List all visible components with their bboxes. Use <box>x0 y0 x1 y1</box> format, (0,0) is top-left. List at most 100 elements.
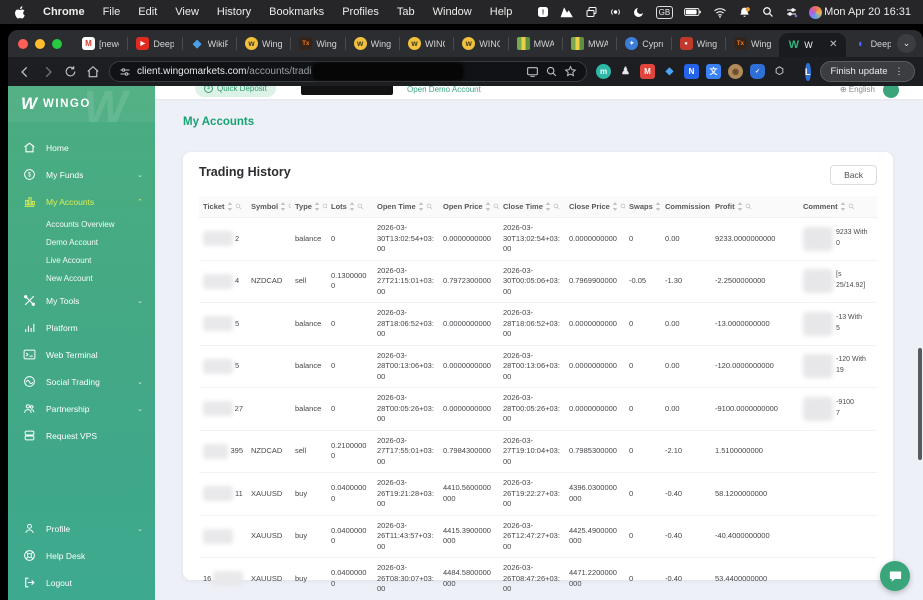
menu-tab[interactable]: Tab <box>388 6 424 18</box>
sort-and-filter-icons[interactable] <box>485 202 499 211</box>
ext-mint-icon[interactable]: m <box>596 64 611 79</box>
bookmark-star-icon[interactable] <box>564 65 577 78</box>
ext-brown-icon[interactable]: ◉ <box>728 64 743 79</box>
wifi-icon[interactable] <box>713 5 727 19</box>
tab-cyprus-10[interactable]: ✦Cypru <box>617 30 670 57</box>
tab-mwal-9[interactable]: .MWAL <box>563 30 616 57</box>
sidebar-item-social-trading[interactable]: Social Trading⌄ <box>8 368 155 395</box>
column-header-close-time[interactable]: Close Time <box>499 196 565 218</box>
sidebar-item-home[interactable]: Home <box>8 134 155 161</box>
menu-bookmarks[interactable]: Bookmarks <box>260 6 333 18</box>
sidebar-item-platform[interactable]: Platform <box>8 314 155 341</box>
column-header-comment[interactable]: Comment <box>799 196 877 218</box>
open-live-account-redacted[interactable] <box>301 86 393 95</box>
sort-and-filter-icons[interactable] <box>418 202 433 211</box>
back-button[interactable]: Back <box>830 165 877 185</box>
minimize-window-button[interactable] <box>35 39 45 49</box>
keyboard-gb-icon[interactable]: GB <box>656 5 674 19</box>
control-center-icon[interactable] <box>785 5 798 19</box>
notification-badge-icon[interactable]: ! <box>537 5 549 19</box>
launcher-icon[interactable] <box>809 5 822 19</box>
sidebar-item-my-accounts[interactable]: My Accounts⌃ <box>8 188 155 215</box>
quick-deposit-button[interactable]: $Quick Deposit <box>195 86 276 97</box>
bell-icon[interactable] <box>738 5 751 19</box>
column-header-symbol[interactable]: Symbol <box>247 196 291 218</box>
sort-and-filter-icons[interactable] <box>840 202 855 211</box>
ext-red-m-icon[interactable]: M <box>640 64 655 79</box>
sidebar-subitem-live-account[interactable]: Live Account <box>8 251 155 269</box>
column-header-swaps[interactable]: Swaps <box>625 196 661 218</box>
broadcast-icon[interactable] <box>609 5 622 19</box>
tab-youtube-1[interactable]: ▶Deep <box>128 30 181 57</box>
tab-wingo-yellow-5[interactable]: wWingo <box>346 30 399 57</box>
sidebar-subitem-new-account[interactable]: New Account <box>8 269 155 287</box>
finish-update-button[interactable]: Finish update⋮ <box>820 61 915 82</box>
tab-wikifx-2[interactable]: ◆WikiF <box>183 30 236 57</box>
ext-translate-icon[interactable]: 文 <box>706 64 721 79</box>
tab-wingo-yellow-7[interactable]: wWING <box>454 30 507 57</box>
sidebar-item-my-funds[interactable]: $My Funds⌄ <box>8 161 155 188</box>
sort-and-filter-icons[interactable] <box>349 202 364 211</box>
sort-and-filter-icons[interactable] <box>314 202 327 211</box>
tab-wingo-yellow-6[interactable]: wWING <box>400 30 453 57</box>
tab-wingo-red-11[interactable]: ●Wingo <box>672 30 725 57</box>
cast-icon[interactable] <box>526 65 539 78</box>
forward-icon[interactable] <box>41 65 55 79</box>
menu-view[interactable]: View <box>166 6 208 18</box>
column-header-profit[interactable]: Profit <box>711 196 799 218</box>
url-bar[interactable]: client.wingomarkets.com/accounts/tradi <box>109 61 587 82</box>
column-header-commission[interactable]: Commission <box>661 196 711 218</box>
tab-deepseek-14[interactable]: ◖DeepS <box>846 30 899 57</box>
site-settings-icon[interactable] <box>119 66 131 78</box>
search-icon[interactable] <box>762 5 774 19</box>
sidebar-item-profile[interactable]: Profile⌄ <box>8 515 155 542</box>
browser-profile-avatar[interactable]: L <box>805 63 811 81</box>
menu-help[interactable]: Help <box>481 6 522 18</box>
tab-active-wingo-w[interactable]: WW✕ <box>779 33 845 57</box>
tab-search-chevron-icon[interactable]: ⌄ <box>897 34 916 53</box>
menu-history[interactable]: History <box>208 6 260 18</box>
open-demo-account-link[interactable]: Open Demo Account <box>407 86 481 94</box>
moon-icon[interactable] <box>633 5 645 19</box>
apple-icon[interactable] <box>12 5 34 20</box>
tab-mwal-8[interactable]: .MWAL <box>509 30 562 57</box>
sort-and-filter-icons[interactable] <box>227 202 242 211</box>
sidebar-item-request-vps[interactable]: Request VPS <box>8 422 155 449</box>
ext-gem-icon[interactable]: ◆ <box>662 64 677 79</box>
maximize-window-button[interactable] <box>52 39 62 49</box>
tab-wingo-tx-12[interactable]: TxWingo <box>726 30 779 57</box>
sidebar-item-help-desk[interactable]: Help Desk <box>8 542 155 569</box>
sidebar-item-web-terminal[interactable]: Web Terminal <box>8 341 155 368</box>
tab-close-icon[interactable]: ✕ <box>829 40 837 50</box>
menu-edit[interactable]: Edit <box>129 6 166 18</box>
ext-shield-icon[interactable]: ✓ <box>750 64 765 79</box>
tab-gmail-0[interactable]: M[newc <box>74 30 127 57</box>
sort-and-filter-icons[interactable] <box>545 202 560 211</box>
menu-window[interactable]: Window <box>424 6 481 18</box>
zoom-page-icon[interactable] <box>545 65 558 78</box>
ext-person-icon[interactable]: ♟ <box>618 64 633 79</box>
chat-widget-button[interactable] <box>880 561 910 591</box>
sidebar-item-my-tools[interactable]: My Tools⌄ <box>8 287 155 314</box>
sort-and-filter-icons[interactable] <box>280 202 291 211</box>
sort-and-filter-icons[interactable] <box>612 202 625 211</box>
column-header-ticket[interactable]: Ticket <box>199 196 247 218</box>
menu-profiles[interactable]: Profiles <box>333 6 388 18</box>
sidebar-item-logout[interactable]: Logout <box>8 569 155 596</box>
column-header-type[interactable]: Type <box>291 196 327 218</box>
tab-wingo-tx-4[interactable]: TxWingo <box>291 30 344 57</box>
sidebar-subitem-accounts-overview[interactable]: Accounts Overview <box>8 215 155 233</box>
sort-and-filter-icons[interactable] <box>737 202 752 211</box>
menu-file[interactable]: File <box>94 6 130 18</box>
column-header-close-price[interactable]: Close Price <box>565 196 625 218</box>
column-header-open-time[interactable]: Open Time <box>373 196 439 218</box>
sidebar-item-partnership[interactable]: Partnership⌄ <box>8 395 155 422</box>
menubar-clock[interactable]: Mon Apr 20 16:31 <box>824 6 911 18</box>
browser-menu-kebab-icon[interactable]: ⋮ <box>895 66 904 77</box>
brand-logo[interactable]: W W WINGO <box>8 86 155 122</box>
ext-notion-icon[interactable]: N <box>684 64 699 79</box>
column-header-lots[interactable]: Lots <box>327 196 373 218</box>
reload-icon[interactable] <box>64 65 77 78</box>
mission-control-icon[interactable] <box>585 5 598 19</box>
home-icon[interactable] <box>86 65 100 79</box>
